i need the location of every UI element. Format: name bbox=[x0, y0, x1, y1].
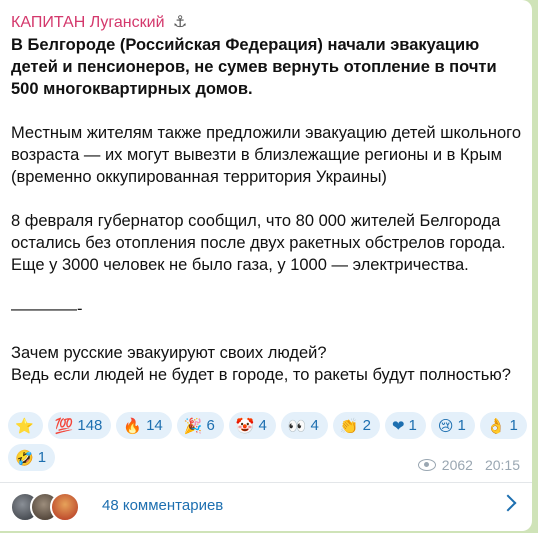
reaction-count: 1 bbox=[408, 417, 417, 434]
chevron-right-icon[interactable] bbox=[499, 494, 517, 512]
reaction-chip[interactable]: 🔥 14 bbox=[116, 412, 172, 439]
reaction-chip[interactable]: 😢 1 bbox=[430, 412, 475, 439]
reaction-count: 1 bbox=[37, 449, 47, 466]
eyes-icon: 👀 bbox=[287, 416, 307, 435]
reaction-count: 6 bbox=[206, 417, 215, 434]
reaction-chip[interactable]: 💯 148 bbox=[47, 412, 112, 439]
reaction-count: 1 bbox=[509, 417, 518, 434]
reaction-chip[interactable]: 🤡 4 bbox=[228, 412, 276, 439]
reaction-chip[interactable]: 👏 2 bbox=[332, 412, 380, 439]
comments-button[interactable]: 48 комментариев bbox=[0, 483, 532, 527]
reaction-count: 14 bbox=[146, 417, 163, 434]
reaction-chip[interactable]: 👀 4 bbox=[280, 412, 328, 439]
message-time: 20:15 bbox=[484, 457, 520, 473]
reaction-chip[interactable]: 👌 1 bbox=[479, 412, 527, 439]
channel-header[interactable]: КАПИТАН Луганский ⚓ bbox=[11, 12, 187, 32]
reaction-count: 1 bbox=[457, 417, 466, 434]
party-popper-icon: 🎉 bbox=[183, 416, 203, 435]
message-paragraph-1: Местным жителям также предложили эвакуац… bbox=[11, 124, 522, 186]
channel-name[interactable]: КАПИТАН Луганский bbox=[11, 14, 165, 31]
reaction-count: 2 bbox=[362, 417, 371, 434]
hundred-points-icon: 💯 bbox=[54, 416, 74, 435]
message-paragraph-2: 8 февраля губернатор сообщил, что 80 000… bbox=[11, 212, 506, 274]
commenter-avatars bbox=[10, 490, 90, 522]
message-question-1: Зачем русские эвакуируют своих людей? bbox=[11, 344, 327, 362]
message-headline: В Белгороде (Российская Федерация) начал… bbox=[11, 36, 497, 98]
reaction-chip[interactable]: ❤ 1 bbox=[384, 412, 426, 439]
message-meta: 2062 20:15 bbox=[417, 457, 520, 473]
reaction-chip[interactable]: ⭐ bbox=[8, 412, 43, 439]
views-count: 2062 bbox=[441, 457, 473, 473]
message-separator: ————- bbox=[11, 300, 83, 318]
anchor-icon: ⚓ bbox=[172, 14, 188, 31]
message-text: В Белгороде (Российская Федерация) начал… bbox=[11, 34, 526, 386]
star-icon: ⭐ bbox=[15, 416, 34, 435]
reaction-count: 4 bbox=[310, 417, 319, 434]
reaction-chip[interactable]: 🤣 1 bbox=[8, 444, 56, 471]
reaction-chip[interactable]: 🎉 6 bbox=[176, 412, 224, 439]
fire-icon: 🔥 bbox=[123, 416, 143, 435]
message-bubble: КАПИТАН Луганский ⚓ В Белгороде (Российс… bbox=[0, 0, 532, 531]
clapping-hands-icon: 👏 bbox=[339, 416, 359, 435]
crying-face-icon: 😢 bbox=[437, 416, 454, 435]
comments-label[interactable]: 48 комментариев bbox=[102, 497, 223, 514]
ok-hand-icon: 👌 bbox=[486, 416, 506, 435]
views-eye-icon bbox=[417, 459, 436, 471]
rofl-icon: 🤣 bbox=[15, 448, 34, 467]
avatar bbox=[50, 492, 80, 522]
reaction-count: 4 bbox=[258, 417, 267, 434]
reaction-count: 148 bbox=[77, 417, 103, 434]
message-question-2: Ведь если людей не будет в городе, то ра… bbox=[11, 366, 511, 384]
clown-icon: 🤡 bbox=[235, 416, 255, 435]
heart-icon: ❤ bbox=[391, 416, 405, 435]
